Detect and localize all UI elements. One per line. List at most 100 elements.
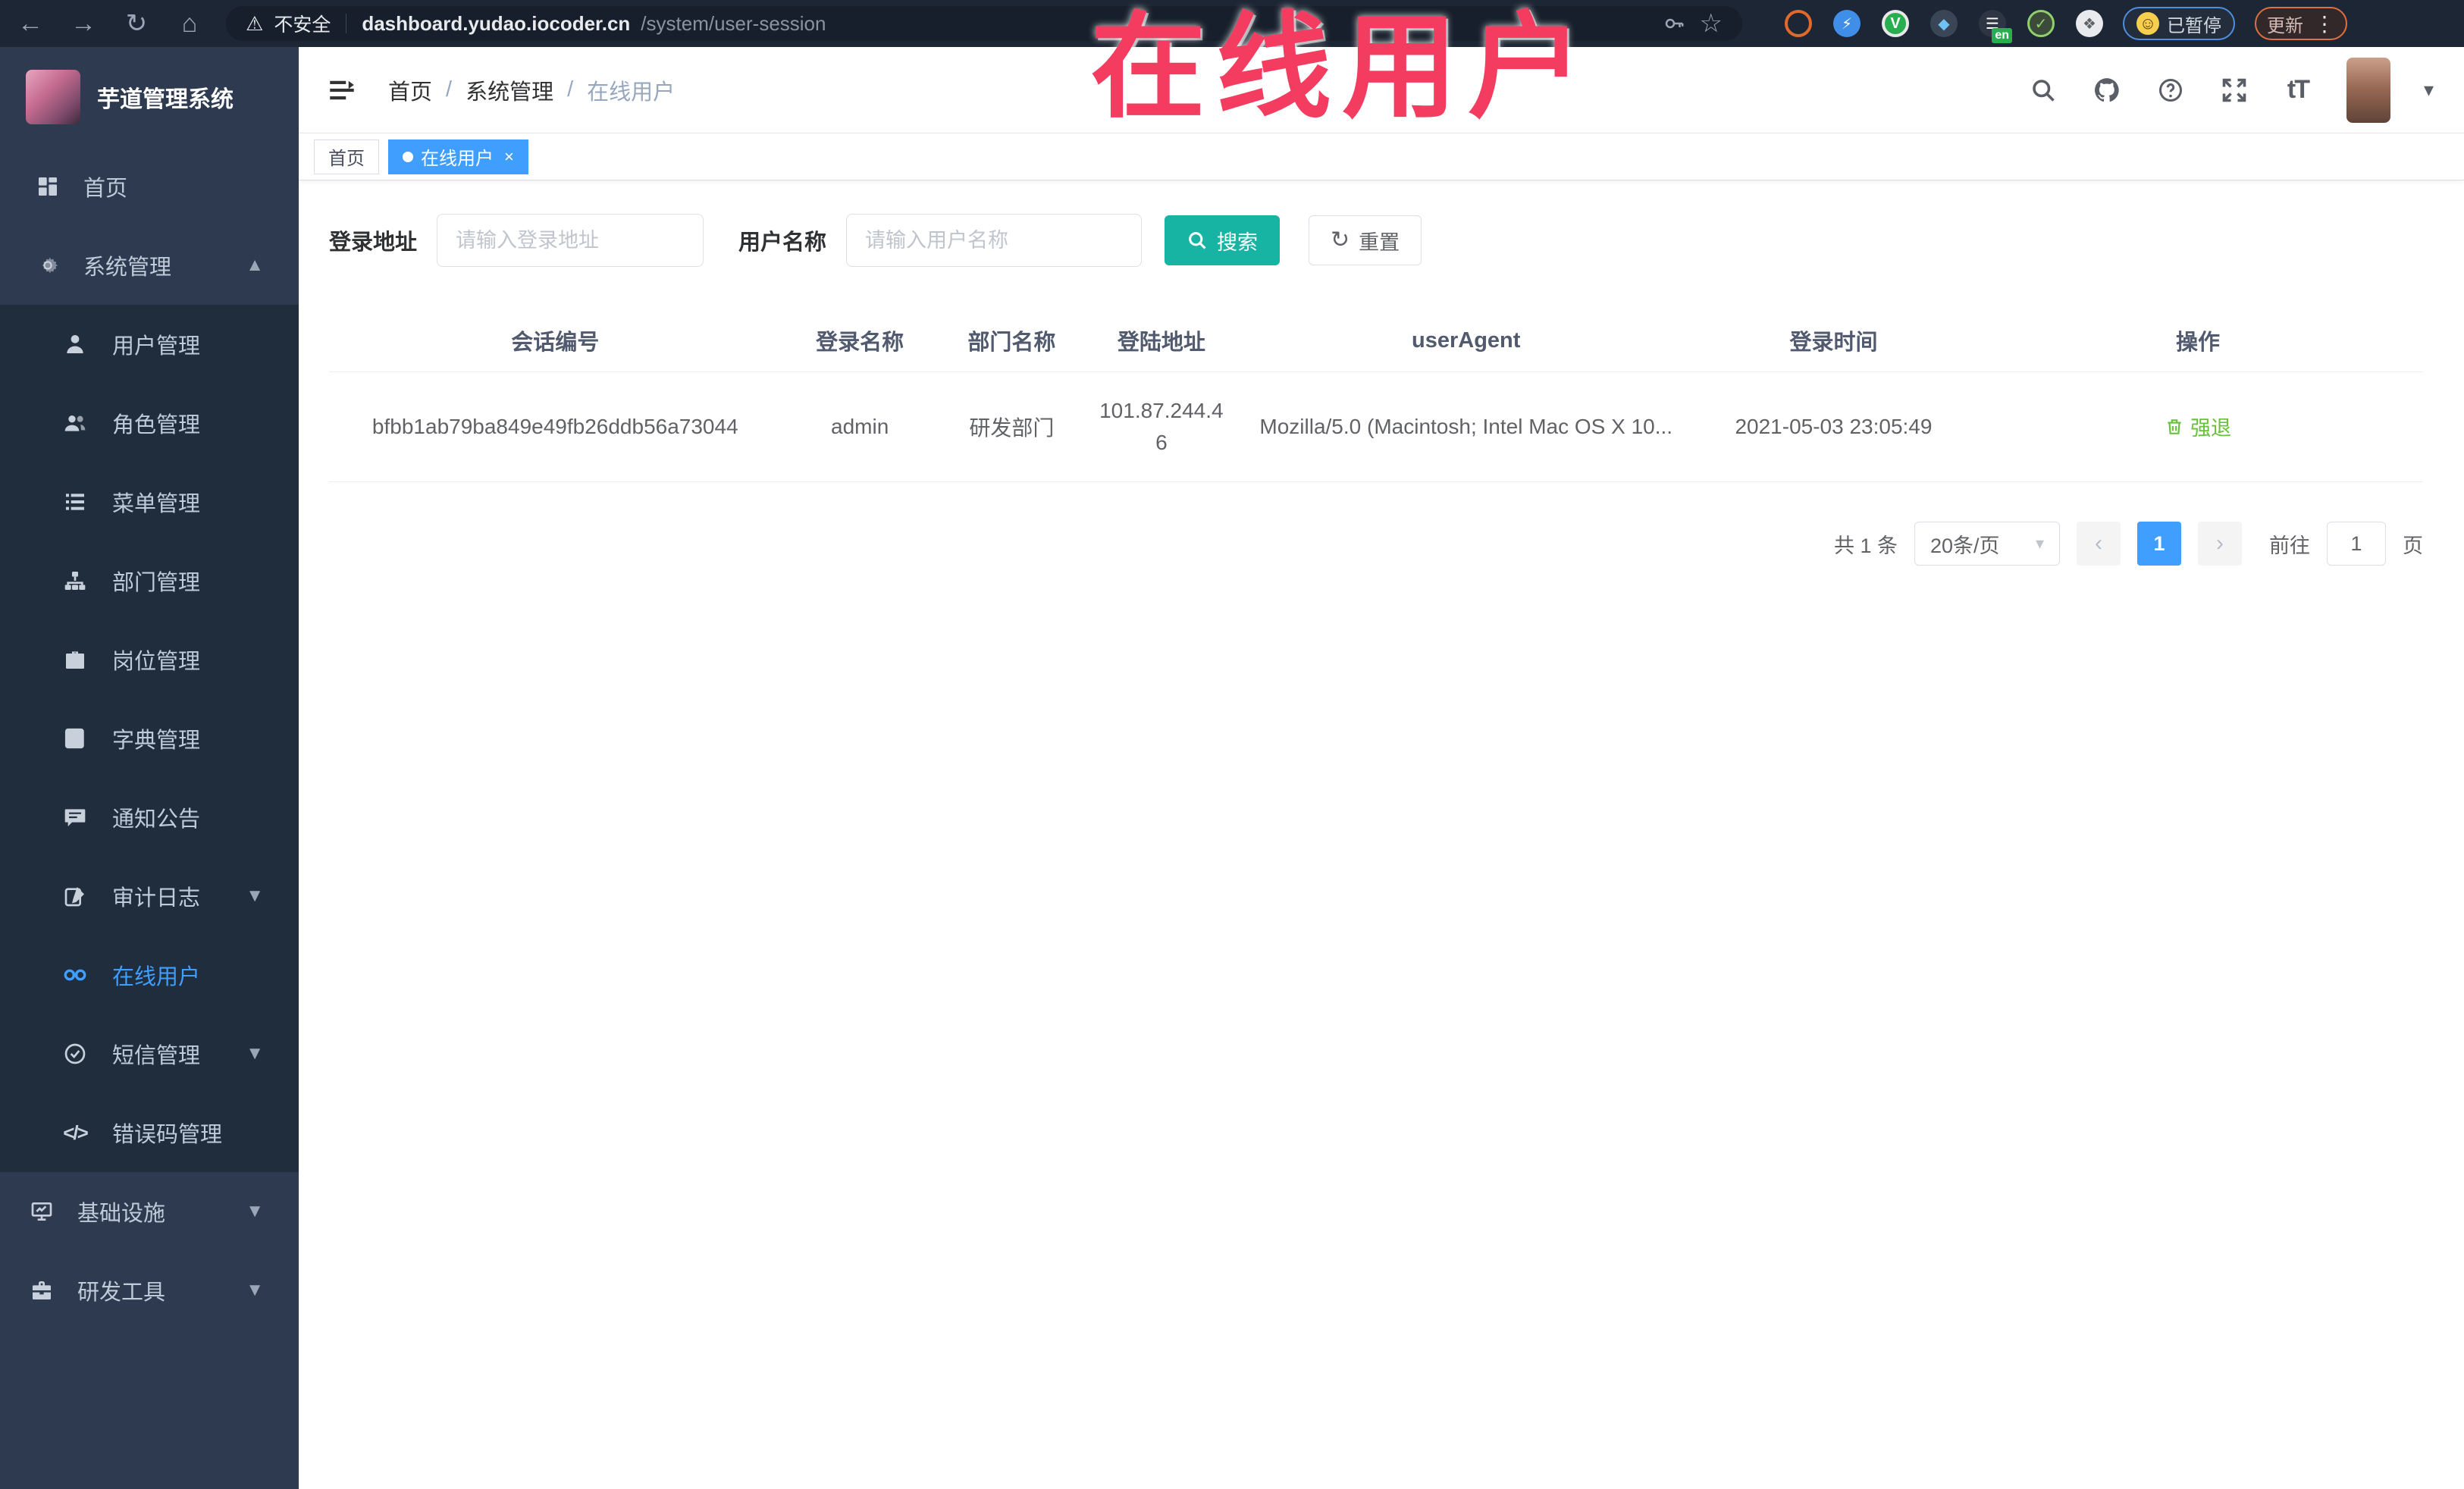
sidebar-item-home[interactable]: 首页: [0, 147, 299, 226]
sidebar-item-label: 审计日志: [112, 886, 201, 911]
prev-page-button[interactable]: ‹: [2077, 522, 2121, 566]
user-menu-caret-icon[interactable]: ▾: [2424, 78, 2434, 102]
sidebar-item-infrastructure[interactable]: 基础设施 ▼: [0, 1172, 299, 1251]
breadcrumb-current: 在线用户: [587, 80, 676, 105]
username-input[interactable]: [846, 214, 1143, 267]
sidebar-item-label: 错误码管理: [112, 1123, 223, 1147]
extension-icon[interactable]: V: [1882, 10, 1909, 37]
fullscreen-icon[interactable]: [2219, 75, 2249, 105]
users-icon: [61, 409, 89, 437]
extension-icon[interactable]: [1785, 10, 1812, 37]
security-label[interactable]: 不安全: [274, 10, 331, 37]
profile-avatar-emoji: ☺: [2136, 12, 2159, 35]
extension-icon[interactable]: ◆: [1930, 10, 1958, 37]
profile-paused-badge[interactable]: ☺ 已暂停: [2123, 7, 2235, 40]
sidebar-item-audit-logs[interactable]: 审计日志 ▼: [0, 857, 299, 936]
bookmark-star-icon[interactable]: ☆: [1700, 11, 1723, 36]
chrome-update-button[interactable]: 更新 ⋮: [2255, 7, 2347, 40]
extensions-puzzle-icon[interactable]: ❖: [2076, 10, 2103, 37]
close-icon[interactable]: ×: [504, 147, 514, 167]
sidebar-item-label: 岗位管理: [112, 650, 201, 674]
goto-label: 前往: [2269, 534, 2310, 557]
refresh-icon: ↻: [1331, 227, 1350, 252]
sidebar-item-system[interactable]: 系统管理 ▲: [0, 226, 299, 305]
forward-icon[interactable]: →: [67, 11, 100, 36]
sidebar-item-label: 用户管理: [112, 334, 201, 359]
breadcrumb-system[interactable]: 系统管理: [466, 74, 553, 106]
cell-login-time: 2021-05-03 23:05:49: [1694, 371, 1973, 482]
app-logo: [26, 70, 80, 124]
current-page-button[interactable]: 1: [2137, 522, 2181, 566]
sidebar-item-label: 系统管理: [83, 255, 172, 280]
sidebar-item-users[interactable]: 用户管理: [0, 305, 299, 384]
search-icon[interactable]: [2028, 75, 2058, 105]
chevron-down-icon: ▼: [246, 1043, 264, 1064]
sidebar-item-announcements[interactable]: 通知公告: [0, 778, 299, 857]
sidebar-item-dictionary[interactable]: 字典管理: [0, 699, 299, 778]
page-size-select[interactable]: 20条/页 ▾: [1914, 522, 2060, 566]
extension-icon[interactable]: ✓: [2027, 10, 2055, 37]
next-page-button[interactable]: ›: [2198, 522, 2242, 566]
sidebar-item-sms[interactable]: 短信管理 ▼: [0, 1014, 299, 1093]
sessions-table: 会话编号 登录名称 部门名称 登陆地址 userAgent 登录时间 操作 bf…: [329, 309, 2423, 482]
sidebar-item-posts[interactable]: 岗位管理: [0, 620, 299, 699]
force-logout-button[interactable]: 强退: [2165, 412, 2231, 441]
sidebar-item-label: 研发工具: [77, 1281, 166, 1305]
back-icon[interactable]: ←: [14, 11, 47, 36]
security-warning-icon[interactable]: ⚠: [246, 12, 263, 36]
update-label: 更新: [2267, 15, 2303, 36]
main-content: 登录地址 用户名称 搜索 ↻ 重置 会话编号 登录名称 部门名称 登陆地址 us…: [299, 180, 2464, 1489]
extension-icon[interactable]: ⚡: [1833, 10, 1861, 37]
reload-icon[interactable]: ↻: [120, 11, 153, 36]
address-bar[interactable]: ⚠ 不安全 dashboard.yudao.iocoder.cn/system/…: [226, 6, 1742, 41]
edit-log-icon: [61, 882, 89, 911]
sidebar-item-dev-tools[interactable]: 研发工具 ▼: [0, 1251, 299, 1330]
reset-button[interactable]: ↻ 重置: [1309, 215, 1422, 265]
browser-toolbar: ← → ↻ ⌂ ⚠ 不安全 dashboard.yudao.iocoder.cn…: [0, 0, 2464, 47]
url-domain: dashboard.yudao.iocoder.cn: [362, 11, 631, 35]
sidebar-item-label: 短信管理: [112, 1044, 201, 1068]
search-button[interactable]: 搜索: [1165, 215, 1281, 265]
sidebar-item-online-users[interactable]: 在线用户: [0, 936, 299, 1014]
sidebar-item-label: 在线用户: [112, 965, 201, 989]
sidebar-item-error-codes[interactable]: </> 错误码管理: [0, 1093, 299, 1172]
dashboard-icon: [33, 172, 62, 201]
breadcrumb-home[interactable]: 首页: [388, 74, 432, 106]
tag-label: 在线用户: [421, 149, 494, 169]
tag-online-users[interactable]: 在线用户 ×: [388, 139, 528, 174]
goto-page-input[interactable]: [2327, 522, 2386, 566]
sidebar-item-departments[interactable]: 部门管理: [0, 541, 299, 620]
filter-form: 登录地址 用户名称 搜索 ↻ 重置: [329, 214, 2423, 267]
extension-icon[interactable]: ☰ en: [1979, 10, 2012, 43]
sidebar-menu: 首页 系统管理 ▲ 用户管理 角色管理 菜单管理 部门管理 岗位管理 字典管理 …: [0, 147, 299, 1330]
avatar[interactable]: [2346, 57, 2390, 123]
chevron-down-icon: ▼: [246, 1201, 264, 1221]
password-key-icon[interactable]: [1659, 8, 1689, 39]
browser-menu-icon[interactable]: ⋮: [2314, 11, 2335, 36]
app-header: 首页 / 系统管理 / 在线用户 tT ▾: [299, 47, 2464, 133]
sidebar-item-label: 部门管理: [112, 571, 201, 595]
sidebar-item-label: 通知公告: [112, 807, 201, 832]
app-logo-row[interactable]: 芋道管理系统: [0, 47, 299, 147]
search-icon: [1189, 232, 1206, 249]
sidebar-item-menus[interactable]: 菜单管理: [0, 462, 299, 541]
tag-home[interactable]: 首页: [314, 139, 379, 174]
breadcrumb: 首页 / 系统管理 / 在线用户: [388, 74, 675, 106]
cell-login-name: admin: [781, 371, 939, 482]
sidebar-item-label: 首页: [83, 177, 128, 201]
pagination: 共 1 条 20条/页 ▾ ‹ 1 › 前往 页: [329, 522, 2423, 566]
sidebar-toggle-icon[interactable]: [326, 74, 358, 106]
help-icon[interactable]: [2155, 75, 2186, 105]
pagination-total: 共 1 条: [1833, 534, 1898, 557]
col-login-time: 登录时间: [1694, 309, 1973, 372]
col-login-name: 登录名称: [781, 309, 939, 372]
login-address-input[interactable]: [437, 214, 704, 267]
monitor-icon: [27, 1197, 56, 1226]
github-icon[interactable]: [2092, 75, 2122, 105]
username-label: 用户名称: [738, 230, 827, 255]
col-session-id: 会话编号: [329, 309, 782, 372]
font-size-icon[interactable]: tT: [2283, 75, 2313, 105]
trash-icon: [2168, 419, 2181, 434]
sidebar-item-roles[interactable]: 角色管理: [0, 384, 299, 462]
home-icon[interactable]: ⌂: [173, 11, 206, 36]
